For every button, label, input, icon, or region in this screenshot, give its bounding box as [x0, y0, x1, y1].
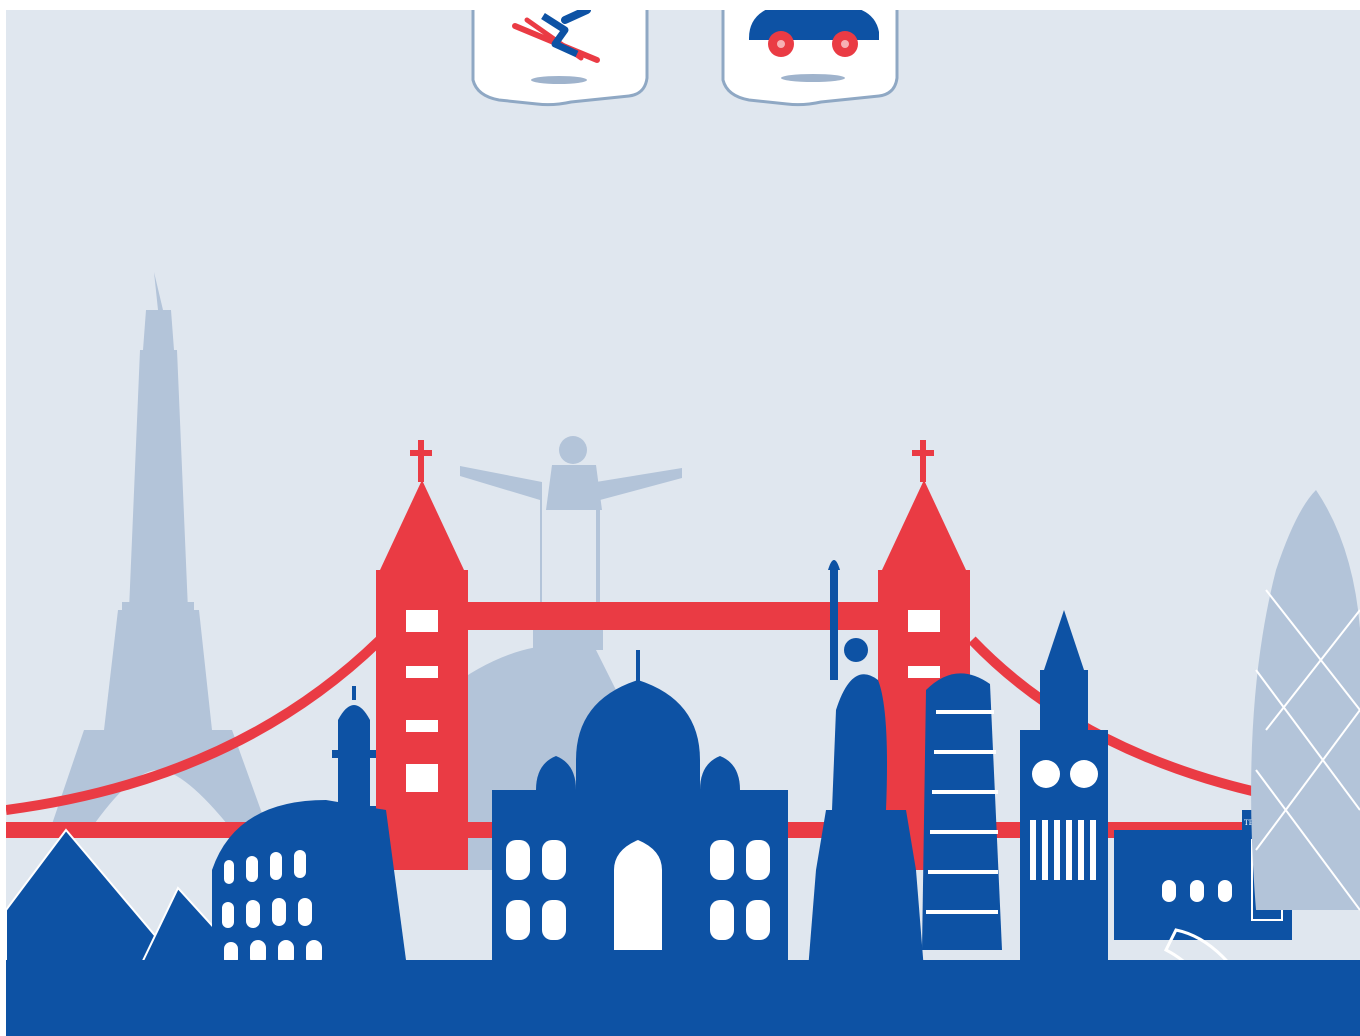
gherkin — [1251, 490, 1360, 911]
travel-banner: TELEPHONE — [6, 10, 1360, 1036]
big-ben — [1020, 610, 1108, 1000]
minaret — [332, 686, 376, 880]
ground — [6, 960, 1360, 1036]
leaning-tower-of-pisa — [922, 673, 1002, 950]
landmarks-skyline: TELEPHONE — [6, 272, 1360, 1036]
